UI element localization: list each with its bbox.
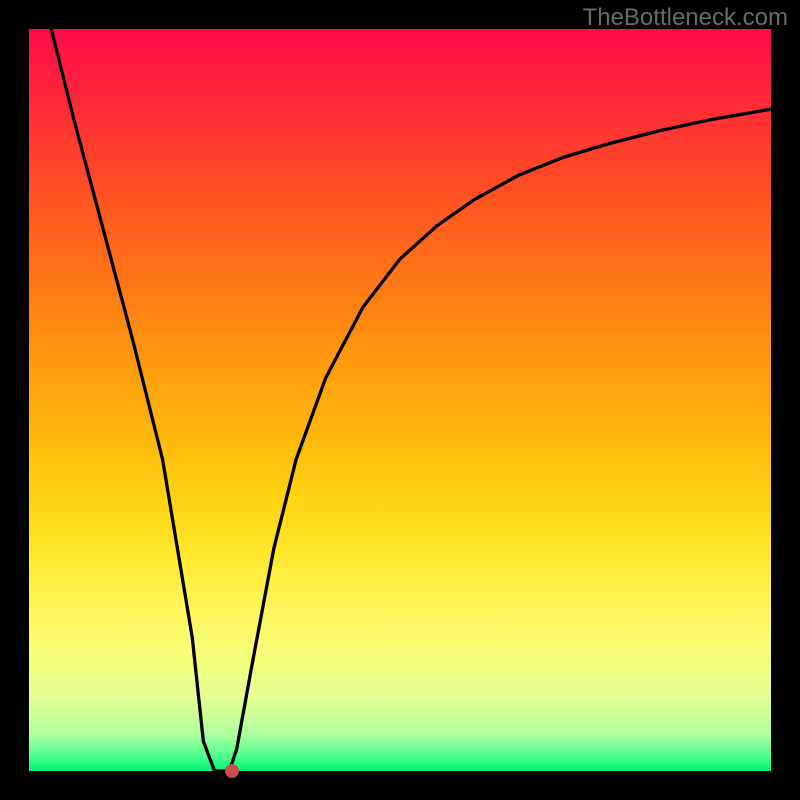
watermark-text: TheBottleneck.com [583, 4, 788, 32]
optimum-marker [225, 764, 239, 778]
curve-svg [29, 29, 771, 771]
chart-container: TheBottleneck.com [0, 0, 800, 800]
plot-gradient-area [29, 29, 771, 771]
bottleneck-curve [51, 29, 771, 771]
